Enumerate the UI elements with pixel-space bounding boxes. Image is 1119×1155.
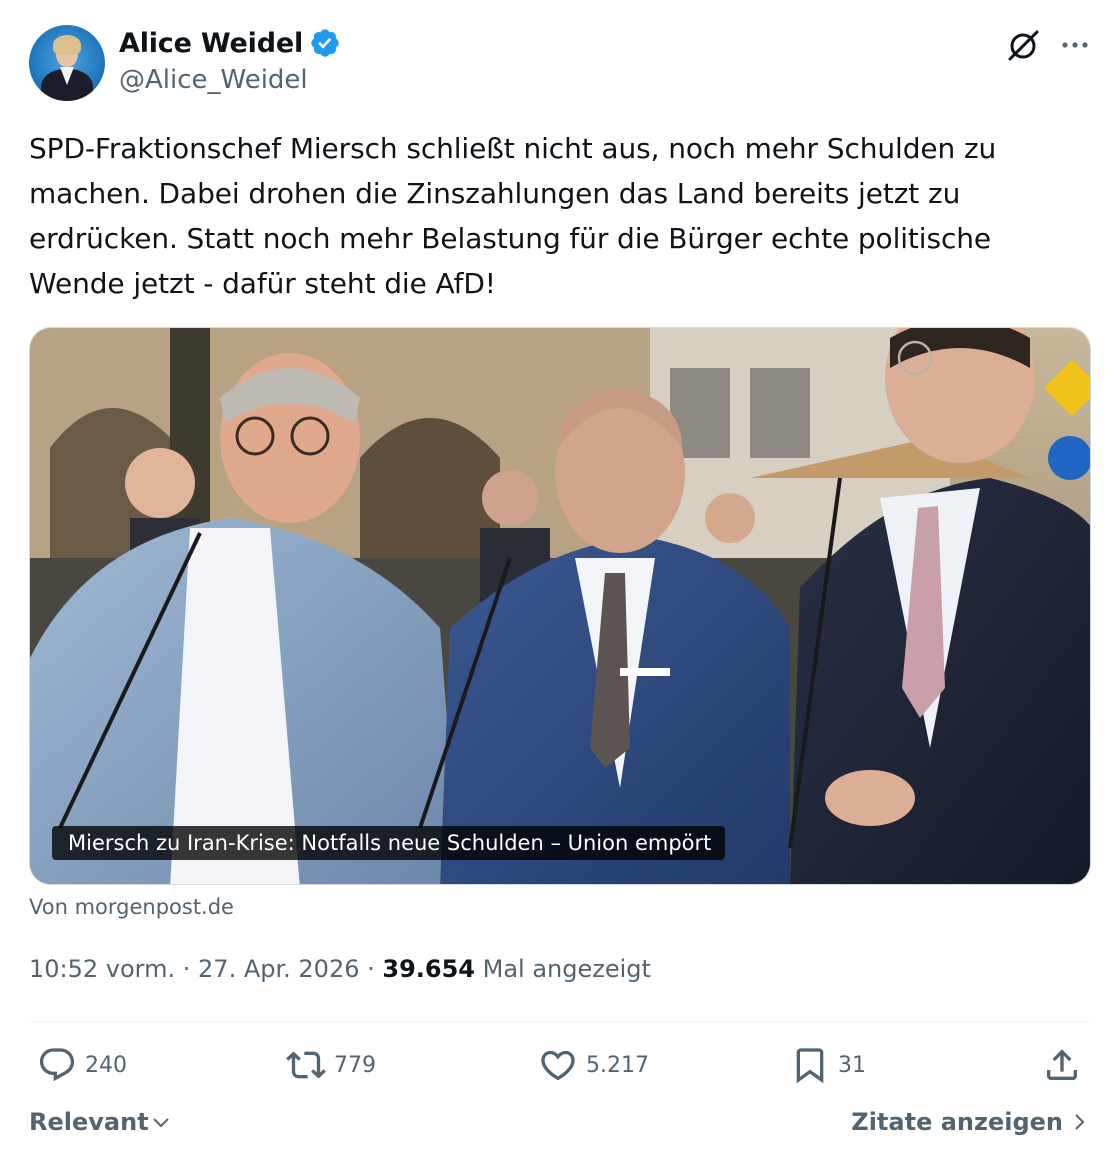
repost-icon — [286, 1051, 326, 1079]
card-source[interactable]: Von morgenpost.de — [29, 895, 234, 919]
chevron-down-icon — [152, 1118, 169, 1128]
reply-button[interactable]: 240 — [37, 1045, 127, 1085]
like-button[interactable]: 5.217 — [538, 1045, 649, 1085]
more-dots-icon[interactable] — [1055, 25, 1095, 65]
share-icon — [1047, 1049, 1077, 1080]
heart-icon — [541, 1050, 575, 1081]
tweet-meta: 10:52 vorm. · 27. Apr. 2026 · 39.654 Mal… — [29, 955, 651, 983]
sort-label: Relevant — [29, 1108, 149, 1136]
reply-count: 240 — [85, 1052, 127, 1078]
divider — [29, 1021, 1091, 1022]
view-quotes-link[interactable]: Zitate anzeigen — [851, 1108, 1089, 1136]
repost-button[interactable]: 779 — [286, 1045, 376, 1085]
verified-badge-icon[interactable] — [309, 27, 341, 59]
views-label: Mal angezeigt — [475, 955, 651, 983]
bookmark-icon — [796, 1048, 824, 1084]
grok-slash-icon[interactable] — [1003, 25, 1043, 65]
tweet: Alice Weidel @Alice_Weidel SPD-Fraktions… — [0, 0, 1119, 1155]
quotes-label: Zitate anzeigen — [851, 1108, 1063, 1136]
reply-icon — [39, 1048, 75, 1082]
like-count: 5.217 — [586, 1052, 649, 1078]
tweet-time[interactable]: 10:52 vorm. — [29, 955, 175, 983]
meta-separator: · — [175, 955, 199, 983]
bookmark-count: 31 — [838, 1052, 866, 1078]
bookmark-button[interactable]: 31 — [790, 1045, 866, 1085]
tweet-date[interactable]: 27. Apr. 2026 — [198, 955, 359, 983]
chevron-right-icon — [1075, 1114, 1085, 1130]
press-photo — [30, 328, 1090, 884]
card-caption: Miersch zu Iran-Krise: Notfalls neue Sch… — [52, 826, 726, 860]
avatar[interactable] — [29, 25, 105, 101]
sort-dropdown[interactable]: Relevant — [29, 1108, 171, 1136]
link-card[interactable]: Miersch zu Iran-Krise: Notfalls neue Sch… — [29, 327, 1091, 885]
avatar-hair — [53, 35, 81, 55]
author-handle[interactable]: @Alice_Weidel — [119, 65, 308, 95]
author-name-row: Alice Weidel — [119, 27, 341, 59]
tweet-text: SPD-Fraktionschef Miersch schließt nicht… — [29, 132, 997, 300]
display-name[interactable]: Alice Weidel — [119, 28, 303, 59]
repost-count: 779 — [334, 1052, 376, 1078]
view-count: 39.654 — [382, 955, 475, 983]
share-button[interactable] — [1042, 1045, 1090, 1085]
meta-separator: · — [359, 955, 383, 983]
